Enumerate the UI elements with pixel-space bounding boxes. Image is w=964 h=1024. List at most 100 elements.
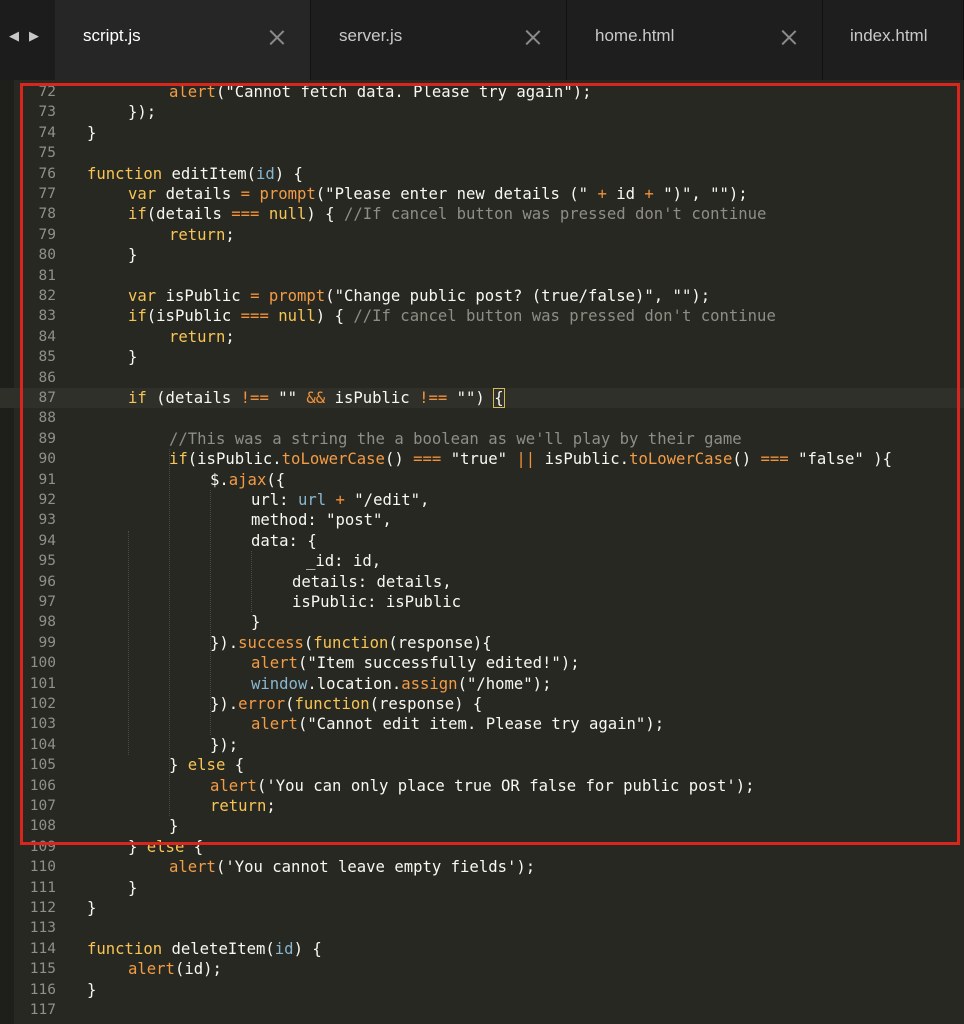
close-icon[interactable]	[524, 28, 542, 46]
code-line[interactable]: 107 return;	[0, 796, 964, 816]
code-line[interactable]: 97 isPublic: isPublic	[0, 592, 964, 612]
line-number: 109	[29, 838, 56, 855]
line-number: 81	[38, 267, 56, 284]
code-line[interactable]: 99}).success(function(response){	[0, 633, 964, 653]
code-line[interactable]: 103 alert("Cannot edit item. Please try a…	[0, 714, 964, 734]
code-line[interactable]: 112}	[0, 898, 964, 918]
tab-label: server.js	[339, 26, 403, 45]
line-number: 86	[38, 369, 56, 386]
code-text: alert("Cannot edit item. Please try agai…	[251, 715, 665, 734]
code-line[interactable]: 102}).error(function(response) {	[0, 694, 964, 714]
indent-guide	[251, 551, 252, 613]
tab-script-js[interactable]: script.js	[55, 0, 311, 80]
code-text: alert("Cannot fetch data. Please try aga…	[169, 83, 592, 101]
indent-guide	[210, 490, 211, 735]
code-line[interactable]: 86	[0, 368, 964, 388]
code-line[interactable]: 81	[0, 266, 964, 286]
line-number: 94	[38, 532, 56, 549]
line-number: 117	[29, 1002, 56, 1018]
code-line[interactable]: 117	[0, 1000, 964, 1020]
code-text: });	[210, 735, 239, 754]
code-line[interactable]: 106 alert('You can only place true OR fal…	[0, 776, 964, 796]
code-line[interactable]: 73});	[0, 102, 964, 122]
line-number: 111	[29, 879, 56, 896]
line-number: 114	[29, 940, 56, 957]
line-number: 78	[38, 206, 56, 223]
code-editor[interactable]: 72 alert("Cannot fetch data. Please try a…	[0, 80, 964, 1024]
code-line[interactable]: 108}	[0, 816, 964, 836]
code-line[interactable]: 75	[0, 143, 964, 163]
line-number: 104	[29, 736, 56, 753]
code-line[interactable]: 115 alert(id);	[0, 959, 964, 979]
tab-label: index.html	[850, 26, 928, 45]
code-line[interactable]: 84 return;	[0, 327, 964, 347]
code-line[interactable]: 93 method: "post",	[0, 510, 964, 530]
line-number: 77	[38, 186, 56, 202]
code-text: } else {	[128, 837, 204, 856]
code-line[interactable]: 76 function editItem(id) {	[0, 164, 964, 184]
code-line[interactable]: 88	[0, 408, 964, 428]
code-line[interactable]: 78 if(details === null) { //If cancel but…	[0, 204, 964, 224]
code-text: }	[87, 980, 97, 999]
code-text: method: "post",	[251, 511, 392, 530]
code-text: return;	[169, 225, 235, 244]
code-line[interactable]: 89 //This was a string the a boolean as w…	[0, 429, 964, 449]
code-line[interactable]: 104});	[0, 735, 964, 755]
code-text: }	[128, 878, 138, 897]
line-number: 101	[29, 675, 56, 692]
code-line[interactable]: 95 _id: id,	[0, 551, 964, 571]
code-line[interactable]: 100 alert("Item successfully edited!");	[0, 653, 964, 673]
code-line[interactable]: 82 var isPublic = prompt("Change public p…	[0, 286, 964, 306]
code-text: return;	[169, 327, 235, 346]
code-line[interactable]: 74}	[0, 123, 964, 143]
code-line[interactable]: 96 details: details,	[0, 572, 964, 592]
code-text: if (details !== "" && isPublic !== "") {	[128, 388, 505, 408]
code-text: }).error(function(response) {	[210, 695, 483, 713]
code-line[interactable]: 101 window.location.assign("/home");	[0, 674, 964, 694]
code-line[interactable]: 77 var details = prompt("Please enter new…	[0, 184, 964, 204]
code-text: isPublic: isPublic	[292, 593, 461, 611]
code-text: var isPublic = prompt("Change public pos…	[128, 287, 711, 305]
code-line[interactable]: 79 return;	[0, 225, 964, 245]
tab-server-js[interactable]: server.js	[311, 0, 567, 80]
forward-arrow-icon[interactable]: ▶	[29, 29, 39, 44]
line-number: 92	[38, 492, 56, 508]
code-line[interactable]: 92 url: url + "/edit",	[0, 490, 964, 510]
code-text: function editItem(id) {	[87, 164, 303, 183]
code-text: }	[251, 613, 261, 632]
line-number: 113	[29, 920, 56, 937]
code-line[interactable]: 85}	[0, 347, 964, 367]
close-icon[interactable]	[780, 28, 798, 46]
line-number: 106	[29, 777, 56, 794]
code-line[interactable]: 87 if (details !== "" && isPublic !== "")…	[0, 388, 964, 409]
code-line[interactable]: 116}	[0, 980, 964, 1000]
line-number: 83	[38, 308, 56, 325]
code-text: alert("Item successfully edited!");	[251, 654, 580, 673]
code-line[interactable]: 105} else {	[0, 755, 964, 775]
code-line[interactable]: 114 function deleteItem(id) {	[0, 939, 964, 959]
code-line[interactable]: 111}	[0, 878, 964, 898]
tab-home-html[interactable]: home.html	[567, 0, 823, 80]
code-line[interactable]: 83 if(isPublic === null) { //If cancel bu…	[0, 306, 964, 326]
code-text: window.location.assign("/home");	[251, 674, 552, 693]
line-number: 93	[38, 512, 56, 529]
tab-bar: ◀ ▶ script.js server.js home.html index.…	[0, 0, 964, 80]
code-text: if(isPublic === null) { //If cancel butt…	[128, 307, 776, 326]
code-line[interactable]: 110 alert('You cannot leave empty fields'…	[0, 857, 964, 877]
line-number: 100	[29, 655, 56, 672]
code-line[interactable]: 80}	[0, 245, 964, 265]
code-line[interactable]: 91 $.ajax({	[0, 470, 964, 490]
line-number: 90	[38, 451, 56, 468]
code-line[interactable]: 90 if(isPublic.toLowerCase() === "true" |…	[0, 449, 964, 469]
code-line[interactable]: 109 } else {	[0, 837, 964, 857]
back-arrow-icon[interactable]: ◀	[9, 29, 19, 44]
close-icon[interactable]	[268, 28, 286, 46]
code-line[interactable]: 94 data: {	[0, 531, 964, 551]
code-line[interactable]: 72 alert("Cannot fetch data. Please try a…	[0, 82, 964, 102]
code-line[interactable]: 98}	[0, 612, 964, 632]
tab-index-html[interactable]: index.html	[823, 0, 964, 80]
tab-label: home.html	[595, 26, 675, 45]
line-number: 84	[38, 328, 56, 345]
line-number: 110	[29, 859, 56, 876]
code-line[interactable]: 113	[0, 918, 964, 938]
